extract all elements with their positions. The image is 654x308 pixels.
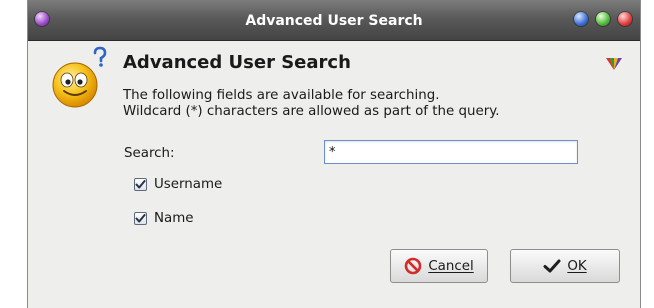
- field-checkbox-username[interactable]: Username: [134, 177, 222, 192]
- check-icon: [135, 180, 146, 189]
- title-bar[interactable]: Advanced User Search: [28, 0, 640, 41]
- checkbox-name-label: Name: [154, 211, 194, 226]
- checkbox-username-label: Username: [154, 177, 223, 192]
- window-title: Advanced User Search: [245, 13, 423, 29]
- search-label: Search:: [124, 146, 175, 161]
- checkbox-username[interactable]: [134, 178, 147, 191]
- maximize-icon[interactable]: [596, 12, 610, 26]
- gem-icon: [606, 58, 622, 70]
- cancel-button[interactable]: Cancel: [390, 249, 488, 283]
- close-icon[interactable]: [618, 12, 632, 26]
- field-checkbox-name[interactable]: Name: [134, 211, 194, 226]
- dialog-description: The following fields are available for s…: [123, 88, 500, 120]
- dialog-window: Advanced User Search Advanced User Searc…: [28, 0, 640, 308]
- cancel-icon: [405, 257, 422, 275]
- ok-button-label: OK: [567, 258, 587, 274]
- minimize-icon[interactable]: [574, 12, 588, 26]
- checkbox-name[interactable]: [134, 212, 147, 225]
- ok-button[interactable]: OK: [510, 249, 620, 283]
- question-mark-icon: [93, 46, 107, 67]
- check-icon: [135, 214, 146, 223]
- description-line-1: The following fields are available for s…: [123, 88, 440, 103]
- description-line-2: Wildcard (*) characters are allowed as p…: [123, 104, 500, 119]
- dialog-heading: Advanced User Search: [123, 52, 351, 73]
- cancel-button-label: Cancel: [428, 258, 474, 274]
- search-input[interactable]: [324, 140, 578, 164]
- checkmark-icon: [543, 259, 561, 273]
